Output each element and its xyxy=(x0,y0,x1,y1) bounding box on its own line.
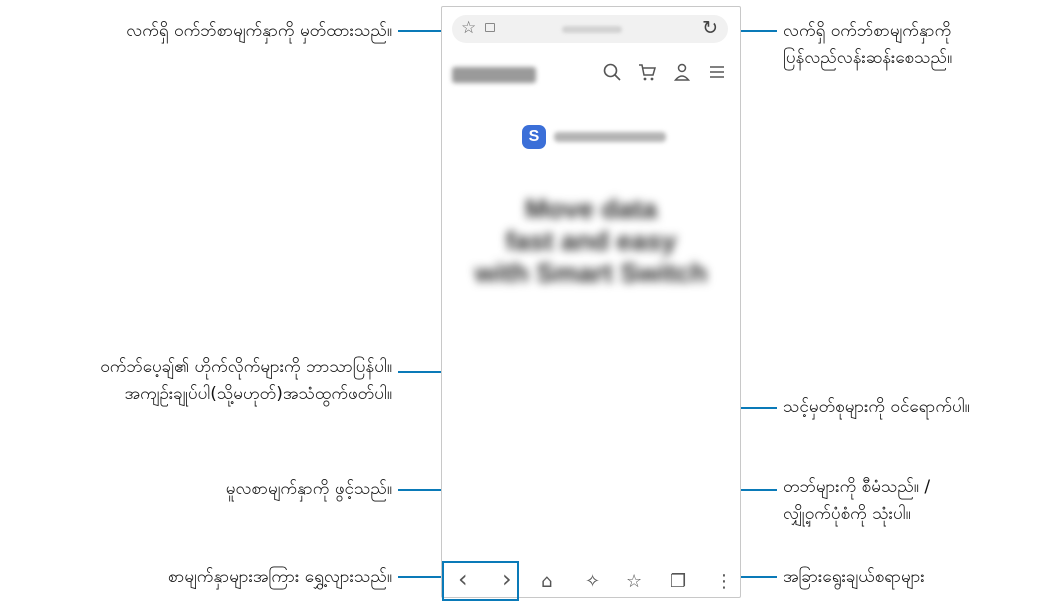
hero-line-2: fast and easy xyxy=(505,226,677,256)
brand-row: S xyxy=(522,125,666,149)
bookmark-star-icon[interactable]: ☆ xyxy=(461,18,476,38)
hero-line-3: with Smart Switch xyxy=(474,258,708,288)
callout-reload-line2: ပြန်လည်လန်းဆန်းစေသည်။ xyxy=(783,48,953,68)
cart-icon[interactable] xyxy=(636,62,658,84)
callout-bookmarks: သင့်မှတ်စုများကို ဝင်ရောက်ပါ။ xyxy=(783,397,970,417)
callout-tabs-line1: တဘ်များကို စီမံသည်။ / xyxy=(783,477,931,497)
ai-sparkle-icon[interactable]: ✧ xyxy=(585,571,600,593)
lock-icon xyxy=(485,23,495,32)
account-icon[interactable] xyxy=(671,62,693,84)
smart-switch-icon: S xyxy=(522,125,546,149)
address-bar[interactable]: ☆ ↻ xyxy=(452,15,728,43)
tabs-icon[interactable]: ❐ xyxy=(670,571,686,593)
site-header-icons xyxy=(601,62,728,84)
callout-ai-line1: ဝက်ဘ်ပေ့ချ်၏ ဟိုက်လိုက်များကို ဘာသာပြန်ပ… xyxy=(100,357,392,377)
callout-reload: လက်ရှိ ဝက်ဘ်စာမျက်နှာကို ပြန်လည်လန်းဆန်း… xyxy=(783,18,952,72)
callout-reload-line1: လက်ရှိ ဝက်ဘ်စာမျက်နှာကို xyxy=(783,21,952,41)
brand-name xyxy=(554,132,666,142)
forward-icon[interactable]: › xyxy=(502,567,512,591)
leader-navigate xyxy=(398,576,441,578)
home-icon[interactable]: ⌂ xyxy=(541,571,552,593)
callout-ai-line2: အကျဉ်းချုပ်ပါ(သို့မဟုတ်)အသံထွက်ဖတ်ပါ။ xyxy=(124,384,392,404)
callout-navigate: စာမျက်နှာများအကြား ရွှေ့လျားသည်။ xyxy=(167,567,392,587)
bookmarks-icon[interactable]: ☆ xyxy=(626,571,642,593)
hero-heading: Move data fast and easy with Smart Switc… xyxy=(442,193,740,289)
hero-line-1: Move data xyxy=(524,194,658,224)
url-text[interactable] xyxy=(562,26,622,33)
leader-options xyxy=(735,576,777,578)
site-logo[interactable] xyxy=(452,67,536,83)
callout-home: မူလစာမျက်နှာကို ဖွင့်သည်။ xyxy=(225,479,392,499)
more-options-icon[interactable]: ⋮ xyxy=(715,571,733,593)
menu-icon[interactable] xyxy=(706,62,728,84)
callout-tabs-line2: လျှို့ဝှက်ပုံစံကို သုံးပါ။ xyxy=(783,504,911,524)
callout-tabs: တဘ်များကို စီမံသည်။ / လျှို့ဝှက်ပုံစံကို… xyxy=(783,474,930,528)
callout-bookmark: လက်ရှိ ဝက်ဘ်စာမျက်နှာကို မှတ်ထားသည်။ xyxy=(126,21,392,41)
reload-icon[interactable]: ↻ xyxy=(702,17,718,39)
browser-toolbar: ‹ › ⌂ ✧ ☆ ❐ ⋮ xyxy=(442,567,740,595)
back-icon[interactable]: ‹ xyxy=(458,567,468,591)
search-icon[interactable] xyxy=(601,62,623,84)
callout-ai: ဝက်ဘ်ပေ့ချ်၏ ဟိုက်လိုက်များကို ဘာသာပြန်ပ… xyxy=(100,354,392,408)
browser-screen: ☆ ↻ S Move data fast and easy with Smart… xyxy=(441,6,741,601)
callout-options: အခြားရွေးချယ်စရာများ xyxy=(783,567,925,587)
